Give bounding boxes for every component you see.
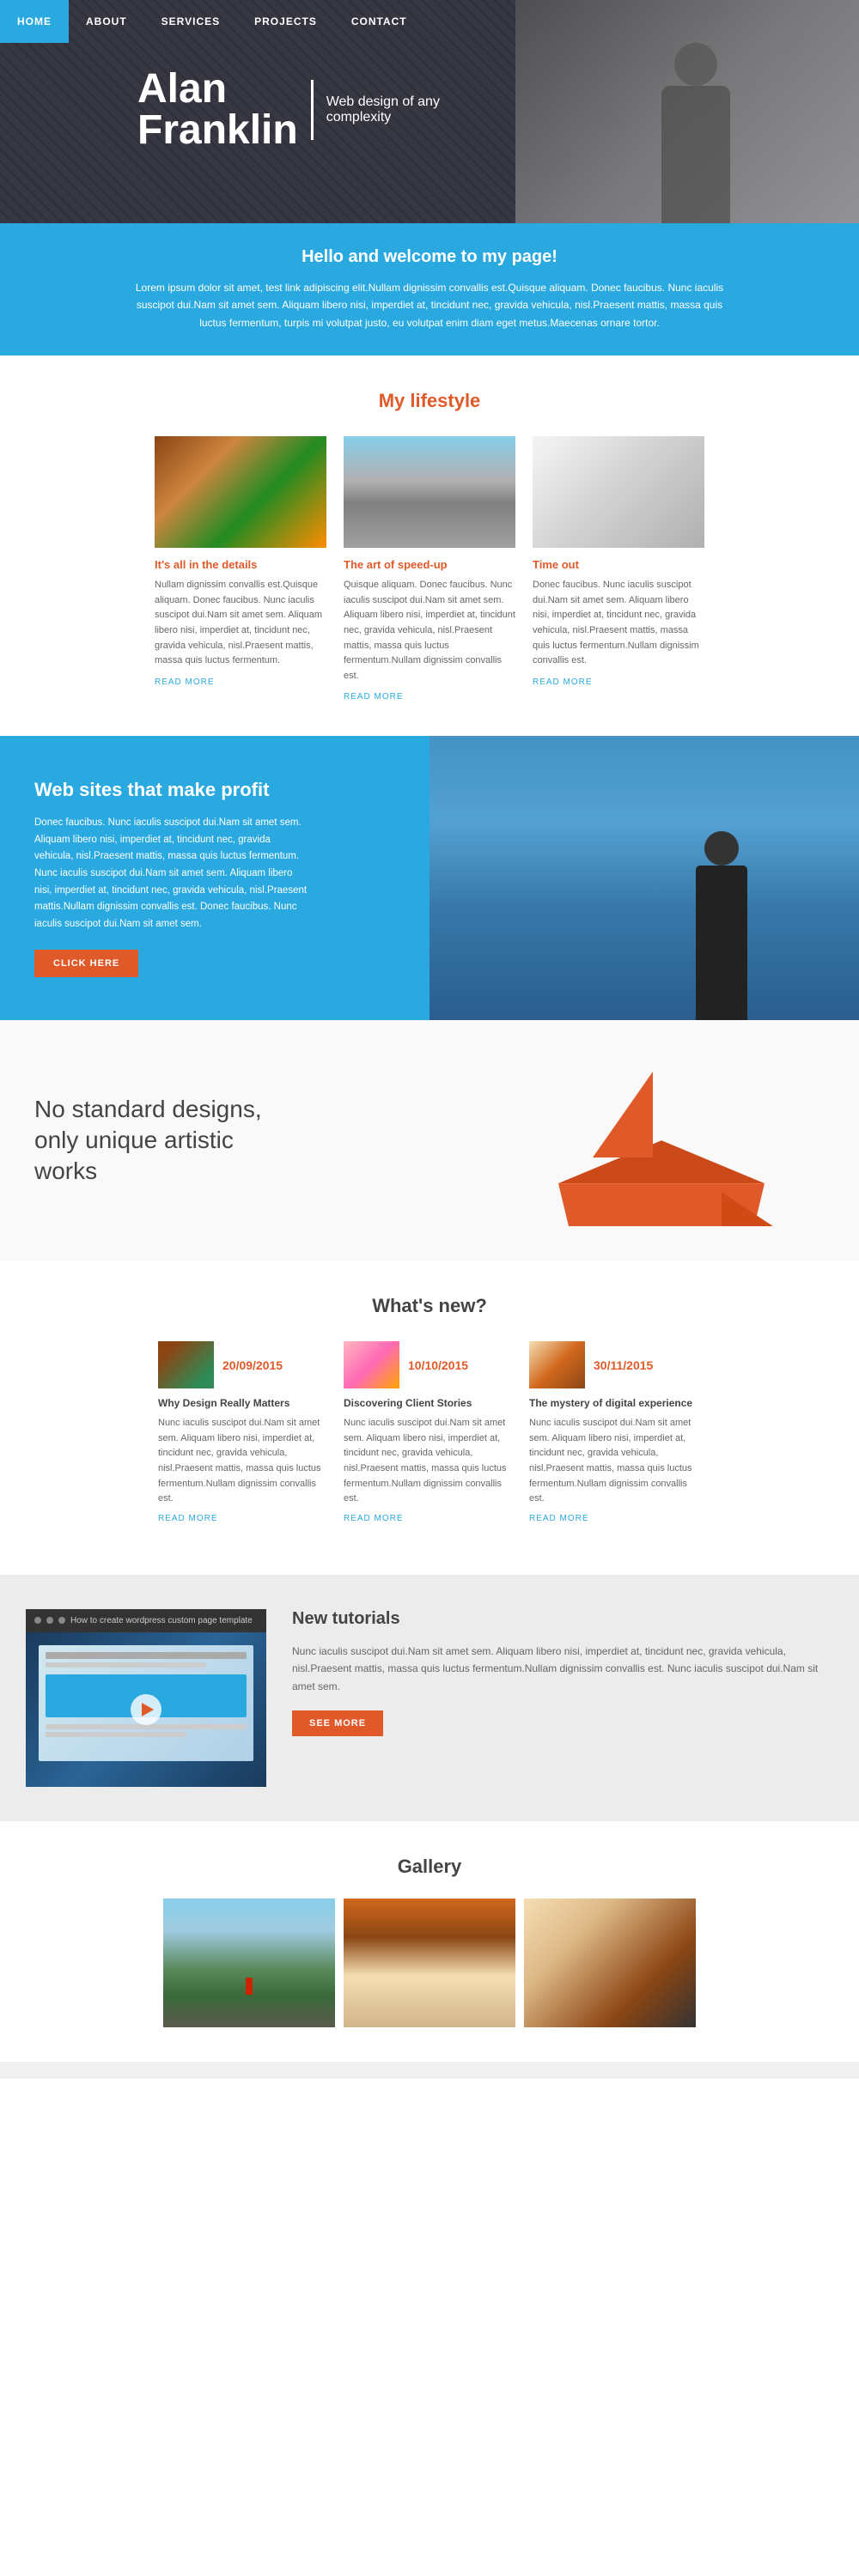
news-grid: 20/09/2015 Why Design Really Matters Nun…: [26, 1341, 833, 1523]
news-body-1: Nunc iaculis suscipot dui.Nam sit amet s…: [344, 1416, 515, 1507]
video-dot-3: [58, 1617, 65, 1624]
person-silhouette: [670, 814, 773, 1020]
gallery-heading: Gallery: [26, 1856, 833, 1878]
lifestyle-readmore-1[interactable]: READ MORE: [344, 692, 515, 702]
news-title-1: Discovering Client Stories: [344, 1397, 515, 1409]
gallery-section: Gallery: [0, 1821, 859, 2062]
news-header-1: 10/10/2015: [344, 1341, 515, 1388]
hero-name-line2: Franklin: [137, 107, 298, 153]
welcome-section: Hello and welcome to my page! Lorem ipsu…: [0, 223, 859, 355]
profit-bg-image: [430, 736, 859, 1020]
lifestyle-body-0: Nullam dignissim convallis est.Quisque a…: [155, 578, 326, 669]
lifestyle-img-rails: [344, 436, 515, 548]
whats-new-section: What's new? 20/09/2015 Why Design Really…: [0, 1261, 859, 1575]
news-title-2: The mystery of digital experience: [529, 1397, 701, 1409]
tutorials-body: Nunc iaculis suscipot dui.Nam sit amet s…: [292, 1643, 833, 1695]
paper-boat: [550, 1072, 790, 1243]
profit-body: Donec faucibus. Nunc iaculis suscipot du…: [34, 815, 309, 933]
lifestyle-item-1: The art of speed-up Quisque aliquam. Don…: [344, 436, 515, 702]
design-heading: No standard designs, only unique artisti…: [34, 1094, 275, 1188]
news-title-0: Why Design Really Matters: [158, 1397, 330, 1409]
lifestyle-heading: My lifestyle: [26, 390, 833, 412]
tutorial-video: How to create wordpress custom page temp…: [26, 1609, 266, 1787]
lifestyle-title-1: The art of speed-up: [344, 558, 515, 571]
gallery-item-2: [524, 1899, 696, 2027]
gallery-grid: [26, 1899, 833, 2027]
news-date-0: 20/09/2015: [222, 1358, 283, 1372]
news-header-2: 30/11/2015: [529, 1341, 701, 1388]
video-body: [26, 1632, 266, 1787]
tutorials-heading: New tutorials: [292, 1609, 833, 1629]
news-readmore-2[interactable]: READ MORE: [529, 1514, 701, 1523]
profit-content: Web sites that make profit Donec faucibu…: [34, 779, 309, 977]
lifestyle-body-2: Donec faucibus. Nunc iaculis suscipot du…: [533, 578, 704, 669]
video-dot-1: [34, 1617, 41, 1624]
welcome-heading: Hello and welcome to my page!: [52, 247, 807, 267]
play-triangle-icon: [142, 1703, 154, 1716]
video-dot-2: [46, 1617, 53, 1624]
lifestyle-section: My lifestyle It's all in the details Nul…: [0, 355, 859, 736]
nav-item-about[interactable]: ABOUT: [69, 0, 144, 43]
nav-item-contact[interactable]: CONTACT: [334, 0, 424, 43]
lifestyle-grid: It's all in the details Nullam dignissim…: [26, 436, 833, 702]
welcome-body: Lorem ipsum dolor sit amet, test link ad…: [129, 279, 730, 331]
click-here-button[interactable]: CLICK HERE: [34, 950, 138, 977]
lifestyle-img-forest: [155, 436, 326, 548]
hero-tagline: Web design of any complexity: [326, 94, 464, 125]
news-item-0: 20/09/2015 Why Design Really Matters Nun…: [158, 1341, 330, 1523]
news-readmore-1[interactable]: READ MORE: [344, 1514, 515, 1523]
play-button[interactable]: [131, 1694, 161, 1725]
news-date-1: 10/10/2015: [408, 1358, 468, 1372]
lifestyle-readmore-0[interactable]: READ MORE: [155, 677, 326, 687]
see-more-button[interactable]: SEE MORE: [292, 1710, 383, 1736]
main-nav: HOME ABOUT SERVICES PROJECTS CONTACT: [0, 0, 859, 43]
news-thumb-1: [344, 1341, 399, 1388]
nav-item-services[interactable]: SERVICES: [144, 0, 237, 43]
footer-spacer: [0, 2062, 859, 2079]
nav-item-home[interactable]: HOME: [0, 0, 69, 43]
boat-sail: [593, 1072, 653, 1157]
tutorials-section: How to create wordpress custom page temp…: [0, 1575, 859, 1821]
lifestyle-body-1: Quisque aliquam. Donec faucibus. Nunc ia…: [344, 578, 515, 683]
video-title-bar: How to create wordpress custom page temp…: [26, 1609, 266, 1632]
design-text: No standard designs, only unique artisti…: [34, 1094, 275, 1188]
news-item-1: 10/10/2015 Discovering Client Stories Nu…: [344, 1341, 515, 1523]
lifestyle-title-2: Time out: [533, 558, 704, 571]
news-header-0: 20/09/2015: [158, 1341, 330, 1388]
hero-divider: [311, 80, 314, 140]
mountain-person: [246, 1978, 253, 1995]
design-section: No standard designs, only unique artisti…: [0, 1020, 859, 1261]
news-readmore-0[interactable]: READ MORE: [158, 1514, 330, 1523]
nav-item-projects[interactable]: PROJECTS: [237, 0, 334, 43]
hero-name: Alan Franklin: [137, 69, 298, 151]
lifestyle-readmore-2[interactable]: READ MORE: [533, 677, 704, 687]
gallery-img-mountain: [163, 1899, 335, 2027]
hero-person-image: [618, 17, 807, 223]
boat-top: [558, 1140, 765, 1183]
lifestyle-title-0: It's all in the details: [155, 558, 326, 571]
news-thumb-2: [529, 1341, 585, 1388]
gallery-item-0: [163, 1899, 335, 2027]
hero-name-line1: Alan: [137, 66, 227, 112]
lifestyle-item-0: It's all in the details Nullam dignissim…: [155, 436, 326, 702]
profit-section: Web sites that make profit Donec faucibu…: [0, 736, 859, 1020]
news-item-2: 30/11/2015 The mystery of digital experi…: [529, 1341, 701, 1523]
tutorial-content: New tutorials Nunc iaculis suscipot dui.…: [292, 1609, 833, 1736]
news-body-0: Nunc iaculis suscipot dui.Nam sit amet s…: [158, 1416, 330, 1507]
lifestyle-item-2: Time out Donec faucibus. Nunc iaculis su…: [533, 436, 704, 702]
news-date-2: 30/11/2015: [594, 1358, 653, 1372]
news-body-2: Nunc iaculis suscipot dui.Nam sit amet s…: [529, 1416, 701, 1507]
video-title-text: How to create wordpress custom page temp…: [70, 1616, 258, 1625]
hero-text: Alan Franklin Web design of any complexi…: [137, 69, 464, 151]
gallery-item-1: [344, 1899, 515, 2027]
news-thumb-0: [158, 1341, 214, 1388]
profit-heading: Web sites that make profit: [34, 779, 309, 801]
lifestyle-img-phone: [533, 436, 704, 548]
whats-new-heading: What's new?: [26, 1295, 833, 1317]
